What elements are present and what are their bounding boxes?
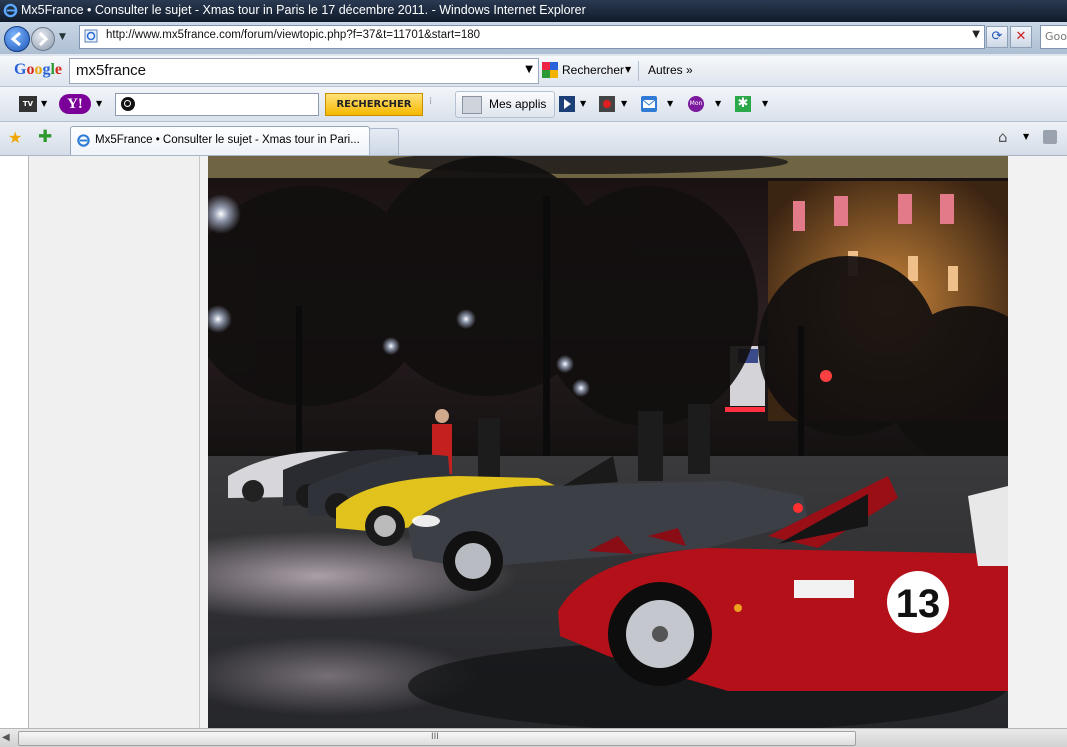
chevron-down-icon[interactable]: ▼	[621, 99, 627, 108]
google-logo[interactable]: Google	[14, 61, 62, 79]
chevron-down-icon[interactable]: ▼	[96, 99, 102, 108]
tv-icon[interactable]: TV	[19, 96, 37, 112]
toolbar-grip[interactable]: ⁞	[429, 96, 432, 107]
page-content: 13	[0, 156, 1067, 729]
refresh-button[interactable]: ⟳	[986, 26, 1008, 48]
scrollbar-grip: III	[431, 732, 439, 742]
race-number: 13	[896, 582, 941, 626]
address-dropdown-icon[interactable]: ▼	[972, 29, 980, 40]
new-tab-button[interactable]	[369, 128, 399, 156]
media-player-icon[interactable]	[559, 96, 575, 112]
chevron-down-icon[interactable]: ▼	[625, 65, 631, 74]
arrow-left-icon	[10, 31, 21, 47]
yahoo-logo-icon[interactable]: Y!	[59, 94, 91, 114]
night-car-meetup-image: 13	[208, 156, 1008, 729]
my-apps-label: Mes applis	[489, 97, 547, 111]
refresh-icon: ⟳	[991, 29, 1003, 44]
ie-page-icon	[77, 134, 90, 147]
google-query-text[interactable]: mx5france	[76, 62, 146, 79]
left-margin	[0, 156, 29, 729]
yahoo-search-input[interactable]	[115, 93, 319, 116]
search-placeholder: Goo	[1045, 30, 1067, 43]
chevron-down-icon[interactable]: ▼	[762, 99, 768, 108]
url-text[interactable]: http://www.mx5france.com/forum/viewtopic…	[106, 29, 480, 41]
rss-feed-icon[interactable]	[1043, 130, 1057, 144]
back-button[interactable]	[4, 26, 30, 52]
tab-row: ★ ✚ Mx5France • Consulter le sujet - Xma…	[0, 122, 1067, 156]
yahoo-search-button[interactable]: RECHERCHER	[325, 93, 423, 116]
google-toolbar: Google mx5france ▼ Rechercher ▼ Autres »	[0, 56, 1067, 87]
record-icon[interactable]	[599, 96, 615, 112]
forum-sidebar	[29, 156, 200, 729]
tab-mx5france[interactable]: Mx5France • Consulter le sujet - Xmas to…	[70, 126, 370, 155]
chevron-down-icon[interactable]: ▼	[41, 99, 47, 108]
mon-icon[interactable]: Mon	[688, 96, 704, 112]
search-input[interactable]: Goo	[1040, 25, 1067, 49]
google-search-input[interactable]: mx5france ▼	[69, 58, 539, 84]
address-bar[interactable]: http://www.mx5france.com/forum/viewtopic…	[79, 25, 985, 49]
add-favorite-icon[interactable]: ✚	[38, 127, 52, 147]
recent-pages-dropdown[interactable]: ▼	[59, 32, 66, 42]
my-apps-button[interactable]: Mes applis	[455, 91, 555, 118]
search-icon	[121, 97, 135, 111]
chevron-down-icon[interactable]: ▼	[525, 64, 533, 75]
asterisk-icon[interactable]: ✱	[735, 96, 751, 112]
stop-button[interactable]: ✕	[1010, 26, 1032, 48]
address-row: ▼ http://www.mx5france.com/forum/viewtop…	[0, 22, 1067, 54]
yahoo-toolbar: TV ▼ Y! ▼ RECHERCHER ⁞ Mes applis	[0, 87, 1067, 122]
close-icon: ✕	[1015, 29, 1027, 44]
scroll-left-icon[interactable]: ◀	[2, 732, 10, 743]
mail-icon[interactable]	[641, 96, 657, 112]
title-bar: Mx5France • Consulter le sujet - Xmas to…	[0, 0, 1067, 22]
toolbar-divider	[638, 61, 639, 81]
window-title: Mx5France • Consulter le sujet - Xmas to…	[21, 3, 586, 17]
google-search-icon[interactable]	[542, 62, 558, 78]
forum-photo: 13	[208, 156, 1008, 729]
favorites-star-icon[interactable]: ★	[8, 128, 22, 147]
google-more-button[interactable]: Autres »	[648, 63, 693, 77]
apps-icon	[462, 96, 482, 114]
chevron-down-icon[interactable]: ▼	[715, 99, 721, 108]
google-search-button[interactable]: Rechercher	[562, 63, 624, 77]
chevron-down-icon[interactable]: ▼	[1023, 132, 1029, 141]
page-icon	[84, 29, 98, 43]
chevron-down-icon[interactable]: ▼	[667, 99, 673, 108]
chevron-down-icon[interactable]: ▼	[580, 99, 586, 108]
arrow-right-icon	[38, 31, 49, 47]
tab-title: Mx5France • Consulter le sujet - Xmas to…	[95, 134, 360, 146]
ie-logo-icon	[3, 3, 18, 18]
forward-button[interactable]	[31, 27, 55, 51]
scrollbar-thumb[interactable]: III	[18, 731, 856, 746]
home-icon[interactable]: ⌂	[998, 128, 1008, 146]
horizontal-scrollbar[interactable]: ◀ III	[0, 728, 1067, 747]
